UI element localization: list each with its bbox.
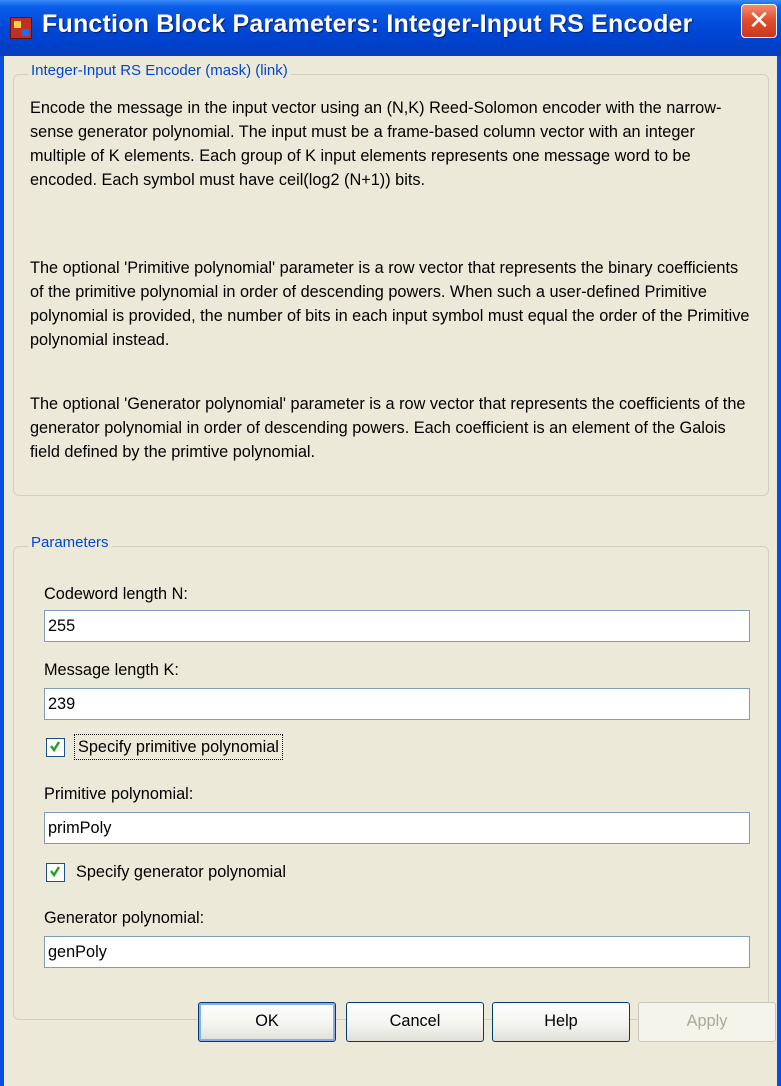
- checkmark-icon: [50, 741, 60, 753]
- dialog-client-area: Integer-Input RS Encoder (mask) (link) E…: [4, 56, 777, 1086]
- codeword-length-input[interactable]: [44, 610, 750, 642]
- primitive-polynomial-input[interactable]: [44, 812, 750, 844]
- description-paragraph-3: The optional 'Generator polynomial' para…: [30, 395, 746, 461]
- simulink-block-icon: [10, 17, 32, 39]
- close-icon: ✕: [748, 5, 770, 35]
- checkmark-icon: [50, 866, 60, 878]
- specify-primitive-label[interactable]: Specify primitive polynomial: [74, 734, 283, 760]
- description-group-legend: Integer-Input RS Encoder (mask) (link): [28, 62, 291, 79]
- codeword-length-label: Codeword length N:: [44, 585, 188, 603]
- ok-button[interactable]: OK: [198, 1002, 336, 1042]
- description-paragraph-2: The optional 'Primitive polynomial' para…: [30, 259, 750, 349]
- specify-generator-label[interactable]: Specify generator polynomial: [76, 861, 286, 883]
- dialog-window: Function Block Parameters: Integer-Input…: [0, 0, 781, 1086]
- message-length-input[interactable]: [44, 688, 750, 720]
- cancel-button[interactable]: Cancel: [346, 1002, 484, 1042]
- generator-polynomial-input[interactable]: [44, 936, 750, 968]
- parameters-group-legend: Parameters: [28, 534, 112, 551]
- description-paragraph-1: Encode the message in the input vector u…: [30, 99, 722, 189]
- primitive-polynomial-label: Primitive polynomial:: [44, 785, 194, 803]
- window-title: Function Block Parameters: Integer-Input…: [42, 10, 693, 38]
- generator-polynomial-label: Generator polynomial:: [44, 909, 205, 927]
- help-button[interactable]: Help: [492, 1002, 630, 1042]
- message-length-label: Message length K:: [44, 661, 179, 679]
- title-bar[interactable]: Function Block Parameters: Integer-Input…: [0, 0, 781, 56]
- apply-button[interactable]: Apply: [638, 1002, 776, 1042]
- specify-primitive-checkbox[interactable]: [46, 738, 65, 757]
- close-button[interactable]: ✕: [741, 4, 777, 38]
- specify-generator-checkbox[interactable]: [46, 863, 65, 882]
